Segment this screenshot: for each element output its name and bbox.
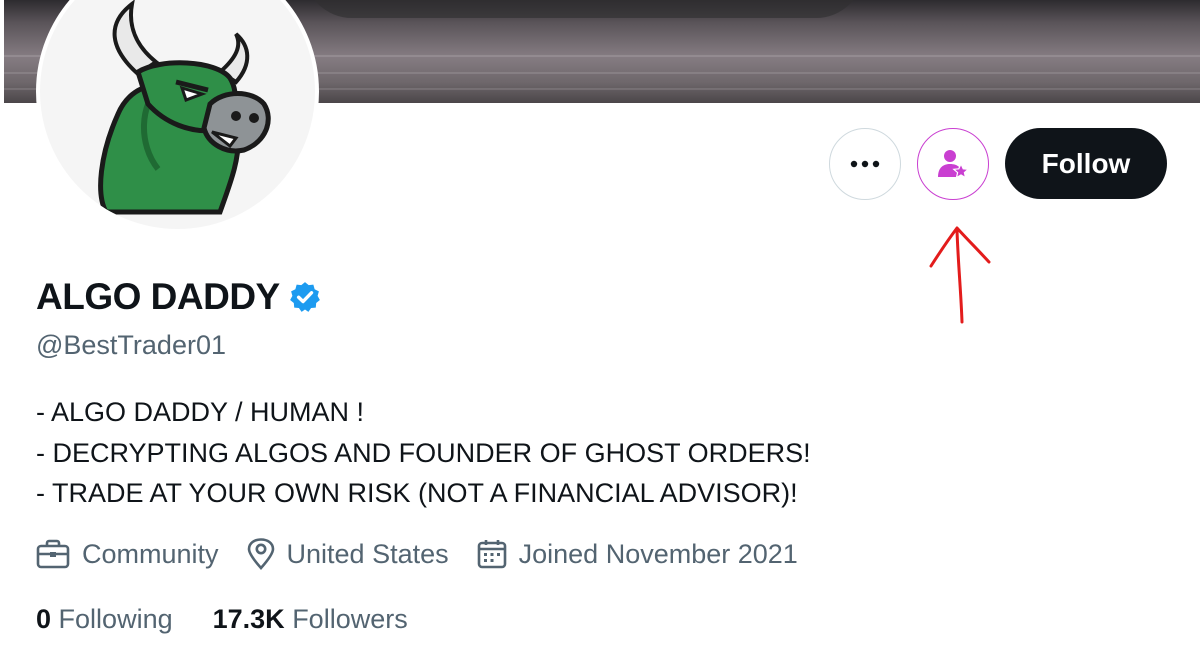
more-dots-icon [850, 160, 880, 168]
profile-name-row: ALGO DADDY [36, 276, 322, 318]
more-options-button[interactable] [829, 128, 901, 200]
profile-bio: - ALGO DADDY / HUMAN ! - DECRYPTING ALGO… [36, 392, 811, 514]
subscribe-button[interactable] [917, 128, 989, 200]
profile-meta: Community United States Joined November … [36, 534, 826, 574]
calendar-icon [477, 540, 506, 569]
bio-line: - ALGO DADDY / HUMAN ! [36, 397, 365, 427]
following-label: Following [58, 604, 173, 634]
bio-line: - TRADE AT YOUR OWN RISK (NOT A FINANCIA… [36, 478, 798, 508]
person-star-icon [938, 150, 970, 179]
profile-stats: 0 Following 17.3K Followers [36, 604, 448, 635]
display-name: ALGO DADDY [36, 276, 280, 317]
profile-avatar[interactable] [36, 0, 319, 233]
followers-link[interactable]: 17.3K Followers [213, 604, 408, 635]
category-label: Community [82, 538, 219, 569]
category-item[interactable]: Community [36, 539, 219, 570]
location-item: United States [247, 538, 449, 570]
location-label: United States [286, 538, 449, 569]
annotation-arrow-icon [929, 226, 991, 324]
followers-count: 17.3K [212, 604, 285, 634]
follow-button[interactable]: Follow [1005, 128, 1167, 199]
followers-label: Followers [292, 604, 408, 634]
location-pin-icon [247, 538, 274, 570]
verified-badge-icon[interactable] [288, 280, 322, 314]
bio-line: - DECRYPTING ALGOS AND FOUNDER OF GHOST … [36, 437, 811, 468]
bull-logo-image [98, 0, 271, 215]
joined-item: Joined November 2021 [477, 539, 798, 570]
following-link[interactable]: 0 Following [36, 604, 173, 635]
briefcase-icon [36, 539, 70, 569]
joined-label: Joined November 2021 [518, 538, 798, 569]
following-count: 0 [36, 604, 52, 634]
banner-car-shape [304, 0, 864, 18]
profile-handle: @BestTrader01 [36, 330, 226, 360]
